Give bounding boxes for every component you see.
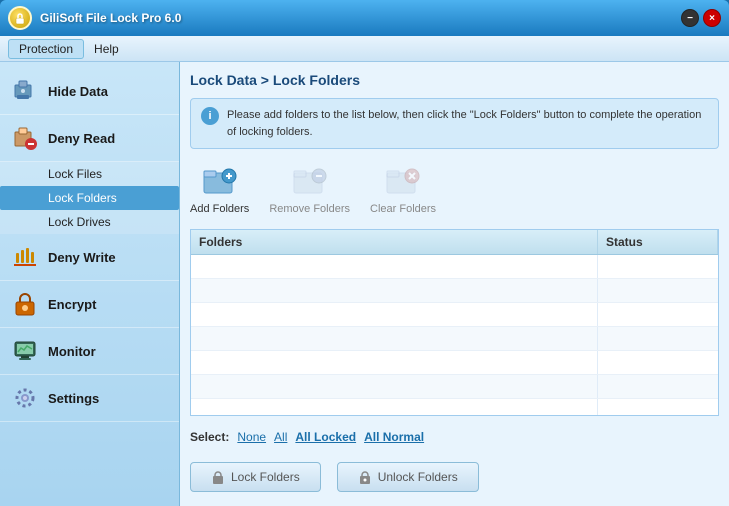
select-row: Select: None All All Locked All Normal (190, 424, 719, 450)
content-area: Lock Data > Lock Folders i Please add fo… (180, 62, 729, 506)
select-label: Select: (190, 430, 229, 444)
sidebar-label-deny-write: Deny Write (48, 250, 116, 265)
clear-folders-button[interactable]: Clear Folders (370, 163, 436, 215)
info-box: i Please add folders to the list below, … (190, 98, 719, 149)
sidebar-label-encrypt: Encrypt (48, 297, 96, 312)
lock-folders-button[interactable]: Lock Folders (190, 462, 321, 492)
unlock-folders-button[interactable]: Unlock Folders (337, 462, 479, 492)
sidebar-item-monitor[interactable]: Monitor (0, 328, 179, 375)
sidebar-item-hide-data[interactable]: Hide Data (0, 68, 179, 115)
hide-icon (10, 76, 40, 106)
folders-table: Folders Status (190, 229, 719, 416)
main-container: Hide Data Deny Read Lock Files Lock Fold… (0, 62, 729, 506)
sidebar-sub-item-lock-files[interactable]: Lock Files (0, 162, 179, 186)
add-folders-label: Add Folders (190, 203, 249, 215)
clear-folders-icon (385, 163, 421, 199)
menu-bar: Protection Help (0, 36, 729, 62)
deny-write-icon (10, 242, 40, 272)
table-header: Folders Status (191, 230, 718, 255)
sidebar-item-deny-read[interactable]: Deny Read (0, 115, 179, 162)
select-all-locked[interactable]: All Locked (295, 430, 356, 444)
sidebar-item-deny-write[interactable]: Deny Write (0, 234, 179, 281)
info-text: Please add folders to the list below, th… (227, 107, 708, 140)
select-none[interactable]: None (237, 430, 266, 444)
deny-read-icon (10, 123, 40, 153)
bottom-buttons: Lock Folders Unlock Folders (190, 458, 719, 496)
app-title: GiliSoft File Lock Pro 6.0 (40, 11, 681, 25)
unlock-folders-label: Unlock Folders (378, 470, 458, 484)
encrypt-icon (10, 289, 40, 319)
select-all[interactable]: All (274, 430, 287, 444)
remove-folders-icon (292, 163, 328, 199)
sidebar-label-monitor: Monitor (48, 344, 96, 359)
table-row (191, 327, 718, 351)
remove-folders-label: Remove Folders (269, 203, 350, 215)
title-bar: GiliSoft File Lock Pro 6.0 − × (0, 0, 729, 36)
table-row (191, 303, 718, 327)
sidebar-item-settings[interactable]: Settings (0, 375, 179, 422)
sidebar-label-deny-read: Deny Read (48, 131, 115, 146)
sidebar-sub-item-lock-drives[interactable]: Lock Drives (0, 210, 179, 234)
table-row (191, 399, 718, 416)
monitor-icon (10, 336, 40, 366)
table-row (191, 255, 718, 279)
info-icon: i (201, 107, 219, 125)
lock-folders-label: Lock Folders (231, 470, 300, 484)
settings-icon (10, 383, 40, 413)
unlock-icon (358, 470, 372, 484)
clear-folders-label: Clear Folders (370, 203, 436, 215)
breadcrumb: Lock Data > Lock Folders (190, 72, 719, 88)
sidebar-label-settings: Settings (48, 391, 99, 406)
remove-folders-button[interactable]: Remove Folders (269, 163, 350, 215)
minimize-button[interactable]: − (681, 9, 699, 27)
table-row (191, 375, 718, 399)
close-button[interactable]: × (703, 9, 721, 27)
sidebar-sub-item-lock-folders[interactable]: Lock Folders (0, 186, 179, 210)
sidebar-label-hide-data: Hide Data (48, 84, 108, 99)
menu-item-protection[interactable]: Protection (8, 39, 84, 59)
lock-icon (211, 470, 225, 484)
table-row (191, 279, 718, 303)
add-folders-icon (202, 163, 238, 199)
app-icon (8, 6, 32, 30)
menu-item-help[interactable]: Help (84, 40, 129, 58)
table-row (191, 351, 718, 375)
window-controls: − × (681, 9, 721, 27)
col-status: Status (598, 230, 718, 254)
select-all-normal[interactable]: All Normal (364, 430, 424, 444)
col-folders: Folders (191, 230, 598, 254)
sidebar: Hide Data Deny Read Lock Files Lock Fold… (0, 62, 180, 506)
table-body (191, 255, 718, 416)
sidebar-item-encrypt[interactable]: Encrypt (0, 281, 179, 328)
toolbar: Add Folders Remove Folders (190, 157, 719, 221)
add-folders-button[interactable]: Add Folders (190, 163, 249, 215)
deny-read-submenu: Lock Files Lock Folders Lock Drives (0, 162, 179, 234)
